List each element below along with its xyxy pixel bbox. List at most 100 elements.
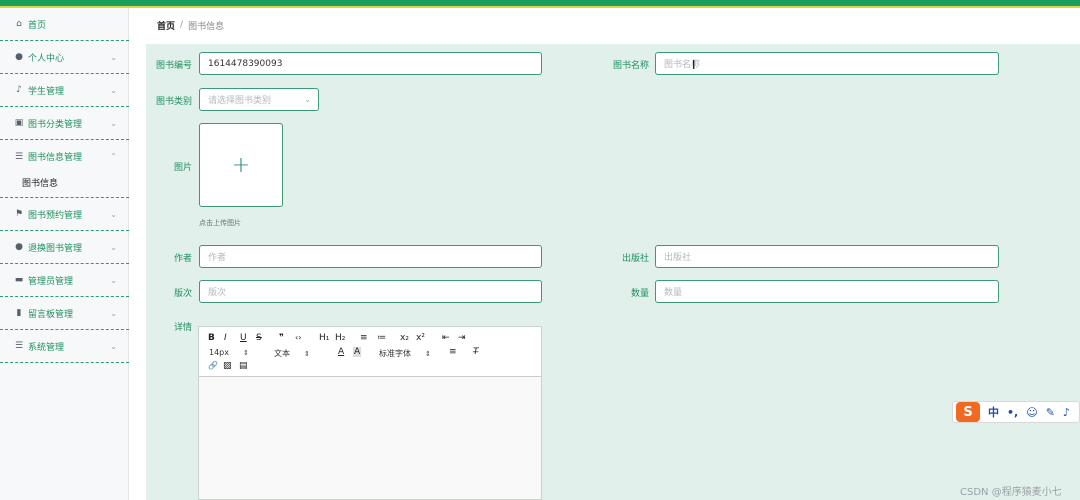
sidebar-item-home[interactable]: ⌂ 首页 [0, 8, 129, 41]
sidebar-item-students[interactable]: ♪ 学生管理 ⌄ [0, 74, 129, 107]
book-no-label: 图书编号 [155, 61, 192, 71]
ime-chinese-mode[interactable]: 中 [988, 404, 999, 420]
chevron-down-icon: ⌄ [110, 53, 117, 62]
user-icon: ● [15, 242, 23, 252]
author-input[interactable]: 作者 [199, 245, 542, 268]
bullet-list-button[interactable]: ≔ [377, 333, 386, 343]
menu-icon: ☰ [14, 341, 24, 351]
font-color-icon[interactable]: A [338, 347, 344, 357]
sidebar: ⌂ 首页 ● 个人中心 ⌄ ♪ 学生管理 ⌄ ▣ 图书分类管理 ⌄ ☰ 图书信息… [0, 8, 129, 500]
link-icon[interactable]: 🔗 [208, 361, 218, 370]
sidebar-item-message-board[interactable]: ▮ 留言板管理 ⌄ [0, 297, 129, 330]
underline-button[interactable]: U [240, 333, 247, 343]
chevron-down-icon: ⌄ [110, 342, 117, 351]
book-name-input[interactable]: 图书名称 [655, 52, 999, 75]
ime-toolbar[interactable]: S 中 •, ☺ ✎ ♪ [952, 401, 1080, 423]
chevron-down-icon: ⌄ [304, 95, 311, 104]
updown-icon: ⇕ [425, 350, 431, 358]
sidebar-item-book-reservation[interactable]: ⚑ 图书预约管理 ⌄ [0, 198, 129, 231]
chevron-up-icon: ⌃ [110, 152, 117, 161]
breadcrumb-current: 图书信息 [188, 21, 225, 32]
ime-voice-icon[interactable]: ♪ [1063, 406, 1070, 419]
ime-handwrite-icon[interactable]: ✎ [1046, 406, 1055, 419]
subscript-button[interactable]: x₂ [400, 333, 409, 343]
sidebar-item-label: 图书信息管理 [28, 153, 83, 163]
edition-input[interactable]: 版次 [199, 280, 542, 303]
h1-button[interactable]: H₁ [319, 333, 329, 343]
chevron-down-icon: ⌄ [110, 276, 117, 285]
h2-button[interactable]: H₂ [335, 333, 345, 343]
ime-punctuation-icon[interactable]: •, [1007, 406, 1018, 419]
plus-icon: + [231, 152, 251, 178]
sidebar-item-label: 留言板管理 [28, 309, 74, 320]
sogou-logo-icon: S [956, 402, 980, 422]
quantity-label: 数量 [630, 289, 649, 299]
sidebar-item-label: 首页 [28, 20, 47, 31]
chevron-down-icon: ⌄ [110, 309, 117, 318]
flag-icon: ⚑ [14, 209, 24, 219]
image-upload-hint: 点击上传图片 [199, 219, 241, 227]
home-icon: ⌂ [16, 19, 22, 29]
chevron-down-icon: ⌄ [110, 243, 117, 252]
editor-toolbar: B I U S ❞ ‹› H₁ H₂ ≡ ≔ x₂ x² ⇤ ⇥ 14px ⇕ 文… [199, 327, 541, 377]
sidebar-subitem-label: 图书信息 [22, 179, 59, 189]
breadcrumb-home[interactable]: 首页 [157, 19, 175, 32]
list-icon: ☰ [14, 151, 24, 162]
text-cursor-icon: I [692, 58, 696, 72]
bar-chart-icon: ▮ [16, 308, 22, 318]
font-size-value: 14px [209, 348, 229, 357]
sidebar-item-label: 图书分类管理 [28, 119, 83, 130]
image-upload-button[interactable]: + [199, 123, 283, 207]
sidebar-item-label: 学生管理 [28, 86, 65, 97]
category-placeholder: 请选择图书类别 [208, 96, 272, 106]
quantity-input[interactable]: 数量 [655, 280, 999, 303]
chart-icon: ▣ [14, 118, 24, 128]
category-select[interactable]: 请选择图书类别 ⌄ [199, 88, 319, 111]
indent-button[interactable]: ⇥ [458, 333, 466, 343]
updown-icon: ⇕ [243, 349, 249, 357]
font-size-select[interactable]: 14px ⇕ [209, 348, 249, 357]
sidebar-item-personal-center[interactable]: ● 个人中心 ⌄ [0, 41, 129, 74]
watermark: CSDN @程序猿麦小七 [960, 487, 1062, 498]
breadcrumb-separator: / [180, 20, 184, 30]
microphone-icon: ♪ [16, 85, 22, 95]
sidebar-item-book-category[interactable]: ▣ 图书分类管理 ⌄ [0, 107, 129, 140]
sidebar-item-label: 图书预约管理 [28, 210, 83, 221]
updown-icon: ⇕ [304, 350, 310, 358]
italic-button[interactable]: I [224, 333, 227, 343]
bold-button[interactable]: B [208, 333, 215, 343]
sidebar-item-label: 管理员管理 [28, 276, 74, 287]
background-color-icon[interactable]: A [353, 347, 362, 357]
category-label: 图书类别 [155, 97, 192, 107]
sidebar-subitem-book-info[interactable]: 图书信息 [0, 168, 129, 198]
ordered-list-button[interactable]: ≡ [360, 333, 368, 343]
quote-button[interactable]: ❞ [279, 333, 284, 343]
align-icon[interactable]: ≡ [449, 347, 457, 357]
image-icon[interactable]: ▨ [223, 361, 232, 371]
sidebar-item-label: 系统管理 [28, 342, 65, 353]
sidebar-item-system[interactable]: ☰ 系统管理 ⌄ [0, 330, 129, 363]
strike-button[interactable]: S [256, 333, 262, 343]
sidebar-item-admins[interactable]: ▬ 管理员管理 ⌄ [0, 264, 129, 297]
code-button[interactable]: ‹› [295, 333, 301, 342]
chevron-down-icon: ⌄ [110, 210, 117, 219]
outdent-button[interactable]: ⇤ [442, 333, 450, 343]
image-label: 图片 [173, 163, 192, 173]
ime-emoji-icon[interactable]: ☺ [1026, 406, 1037, 419]
publisher-input[interactable]: 出版社 [655, 245, 999, 268]
sidebar-item-book-returns[interactable]: ● 退换图书管理 ⌄ [0, 231, 129, 264]
top-bar-accent [0, 6, 1080, 8]
edition-label: 版次 [173, 289, 192, 299]
font-family-select[interactable]: 标准字体 ⇕ [379, 348, 431, 359]
clear-format-icon[interactable]: T̶ [473, 347, 479, 357]
video-icon[interactable]: ▤ [239, 361, 248, 371]
text-type-value: 文本 [274, 349, 290, 358]
publisher-label: 出版社 [621, 254, 649, 264]
details-editor[interactable]: B I U S ❞ ‹› H₁ H₂ ≡ ≔ x₂ x² ⇤ ⇥ 14px ⇕ 文… [198, 326, 542, 500]
breadcrumb: 首页 / 图书信息 [146, 10, 1080, 40]
user-icon: ● [15, 52, 23, 62]
superscript-button[interactable]: x² [416, 333, 425, 343]
text-type-select[interactable]: 文本 ⇕ [274, 348, 310, 359]
book-no-input[interactable]: 1614478390093 [199, 52, 542, 75]
chevron-down-icon: ⌄ [110, 86, 117, 95]
